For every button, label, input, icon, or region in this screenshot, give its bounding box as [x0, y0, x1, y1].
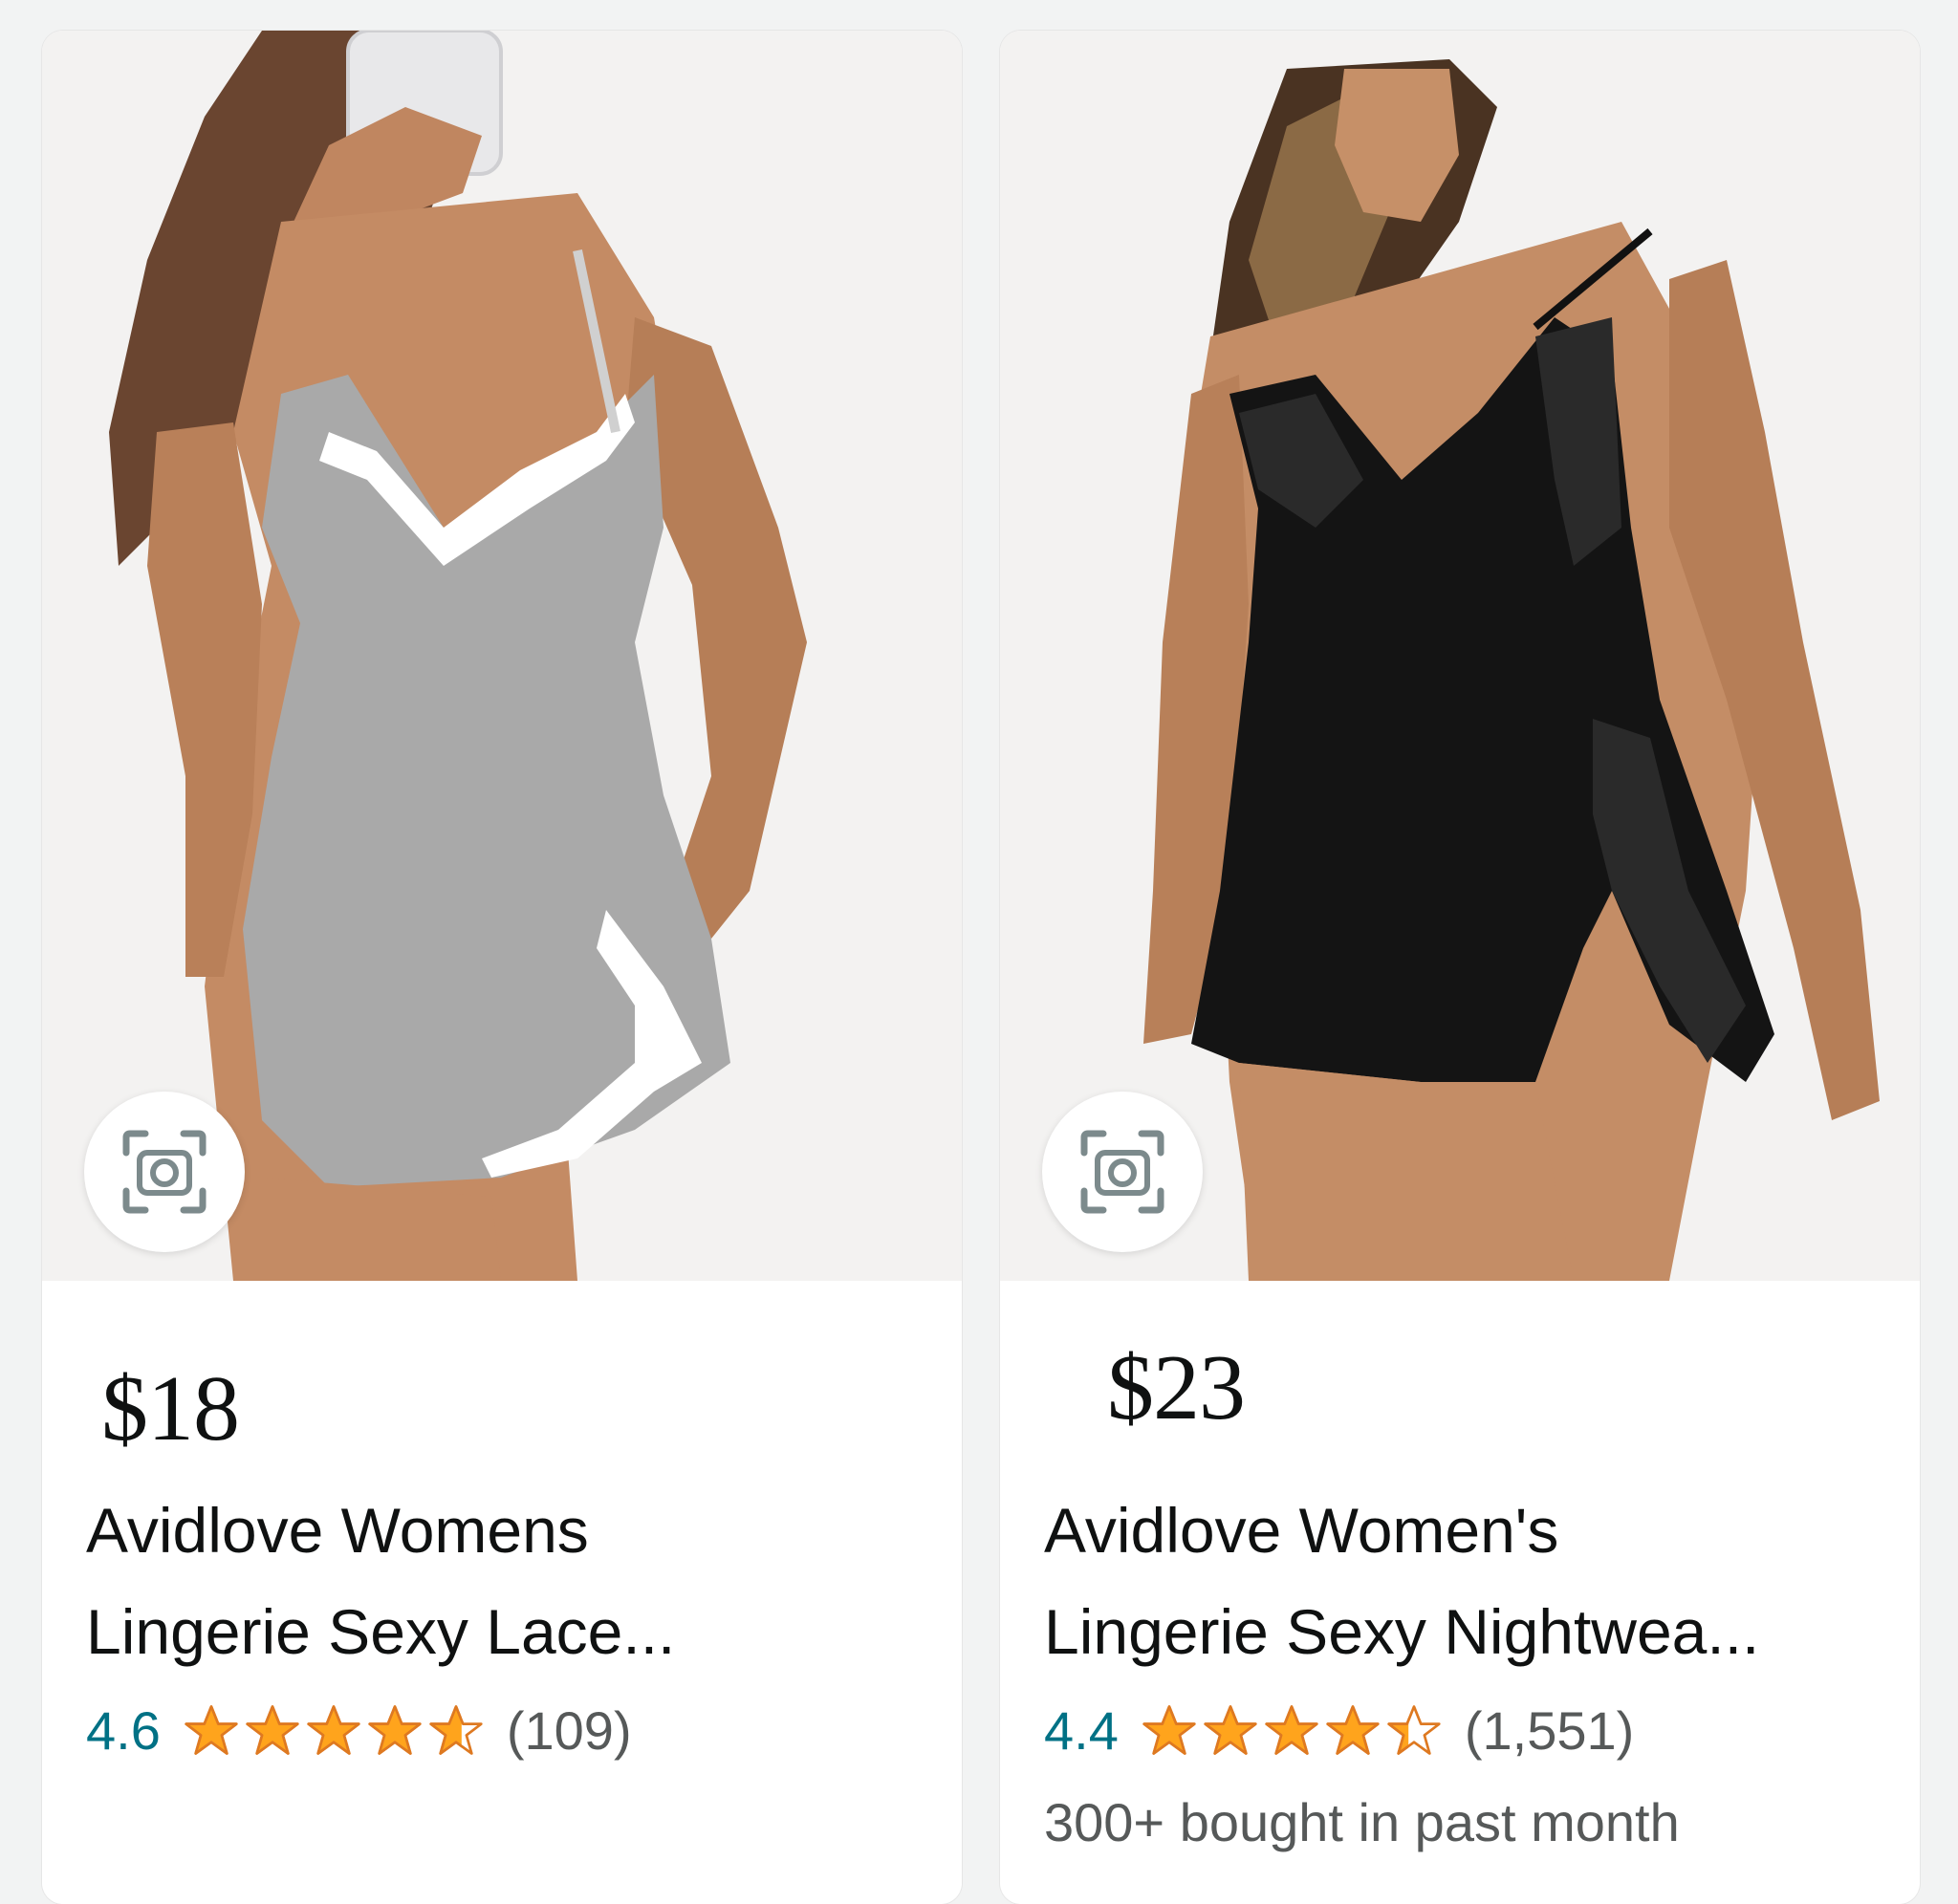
- star-rating[interactable]: [1142, 1702, 1447, 1758]
- product-grid: $18 Avidlove Womens Lingerie Sexy Lace..…: [0, 0, 1958, 1904]
- star-icon: [368, 1705, 422, 1755]
- star-icon: [1142, 1705, 1196, 1755]
- purchase-count: 300+ bought in past month: [1044, 1792, 1680, 1852]
- product-title[interactable]: Avidlove Womens Lingerie Sexy Lace...: [86, 1480, 927, 1682]
- product-title-line-2[interactable]: Lingerie Sexy Lace...: [86, 1581, 927, 1682]
- visual-search-button[interactable]: [84, 1092, 245, 1252]
- star-icon: [1387, 1705, 1441, 1755]
- product-info: $23 Avidlove Women's Lingerie Sexy Night…: [1000, 1281, 1920, 1904]
- visual-search-button[interactable]: [1042, 1092, 1203, 1252]
- star-icon: [246, 1705, 299, 1755]
- product-title-line-1[interactable]: Avidlove Women's: [1044, 1480, 1885, 1581]
- rating-value[interactable]: 4.6: [86, 1699, 161, 1762]
- product-price: $23: [1107, 1336, 1246, 1439]
- rating-row[interactable]: 4.4 (1,551): [1044, 1692, 1634, 1768]
- star-icon: [307, 1705, 360, 1755]
- star-icon: [185, 1705, 238, 1755]
- star-icon: [1326, 1705, 1380, 1755]
- star-icon: [1265, 1705, 1318, 1755]
- review-count[interactable]: (1,551): [1465, 1699, 1634, 1762]
- product-price: $18: [101, 1357, 240, 1460]
- product-title-line-1[interactable]: Avidlove Womens: [86, 1480, 927, 1581]
- rating-row[interactable]: 4.6 (109): [86, 1692, 632, 1768]
- product-card-2[interactable]: $23 Avidlove Women's Lingerie Sexy Night…: [1000, 31, 1920, 1904]
- product-card-1[interactable]: $18 Avidlove Womens Lingerie Sexy Lace..…: [42, 31, 962, 1904]
- product-info: $18 Avidlove Womens Lingerie Sexy Lace..…: [42, 1281, 962, 1904]
- product-image-container[interactable]: [42, 31, 962, 1281]
- star-icon: [1204, 1705, 1257, 1755]
- product-title-line-2[interactable]: Lingerie Sexy Nightwea...: [1044, 1581, 1885, 1682]
- review-count[interactable]: (109): [507, 1699, 632, 1762]
- star-rating[interactable]: [184, 1702, 490, 1758]
- rating-value[interactable]: 4.4: [1044, 1699, 1119, 1762]
- star-icon: [429, 1705, 483, 1755]
- camera-search-icon: [1080, 1130, 1164, 1214]
- product-image-container[interactable]: [1000, 31, 1920, 1281]
- product-title[interactable]: Avidlove Women's Lingerie Sexy Nightwea.…: [1044, 1480, 1885, 1682]
- camera-search-icon: [122, 1130, 207, 1214]
